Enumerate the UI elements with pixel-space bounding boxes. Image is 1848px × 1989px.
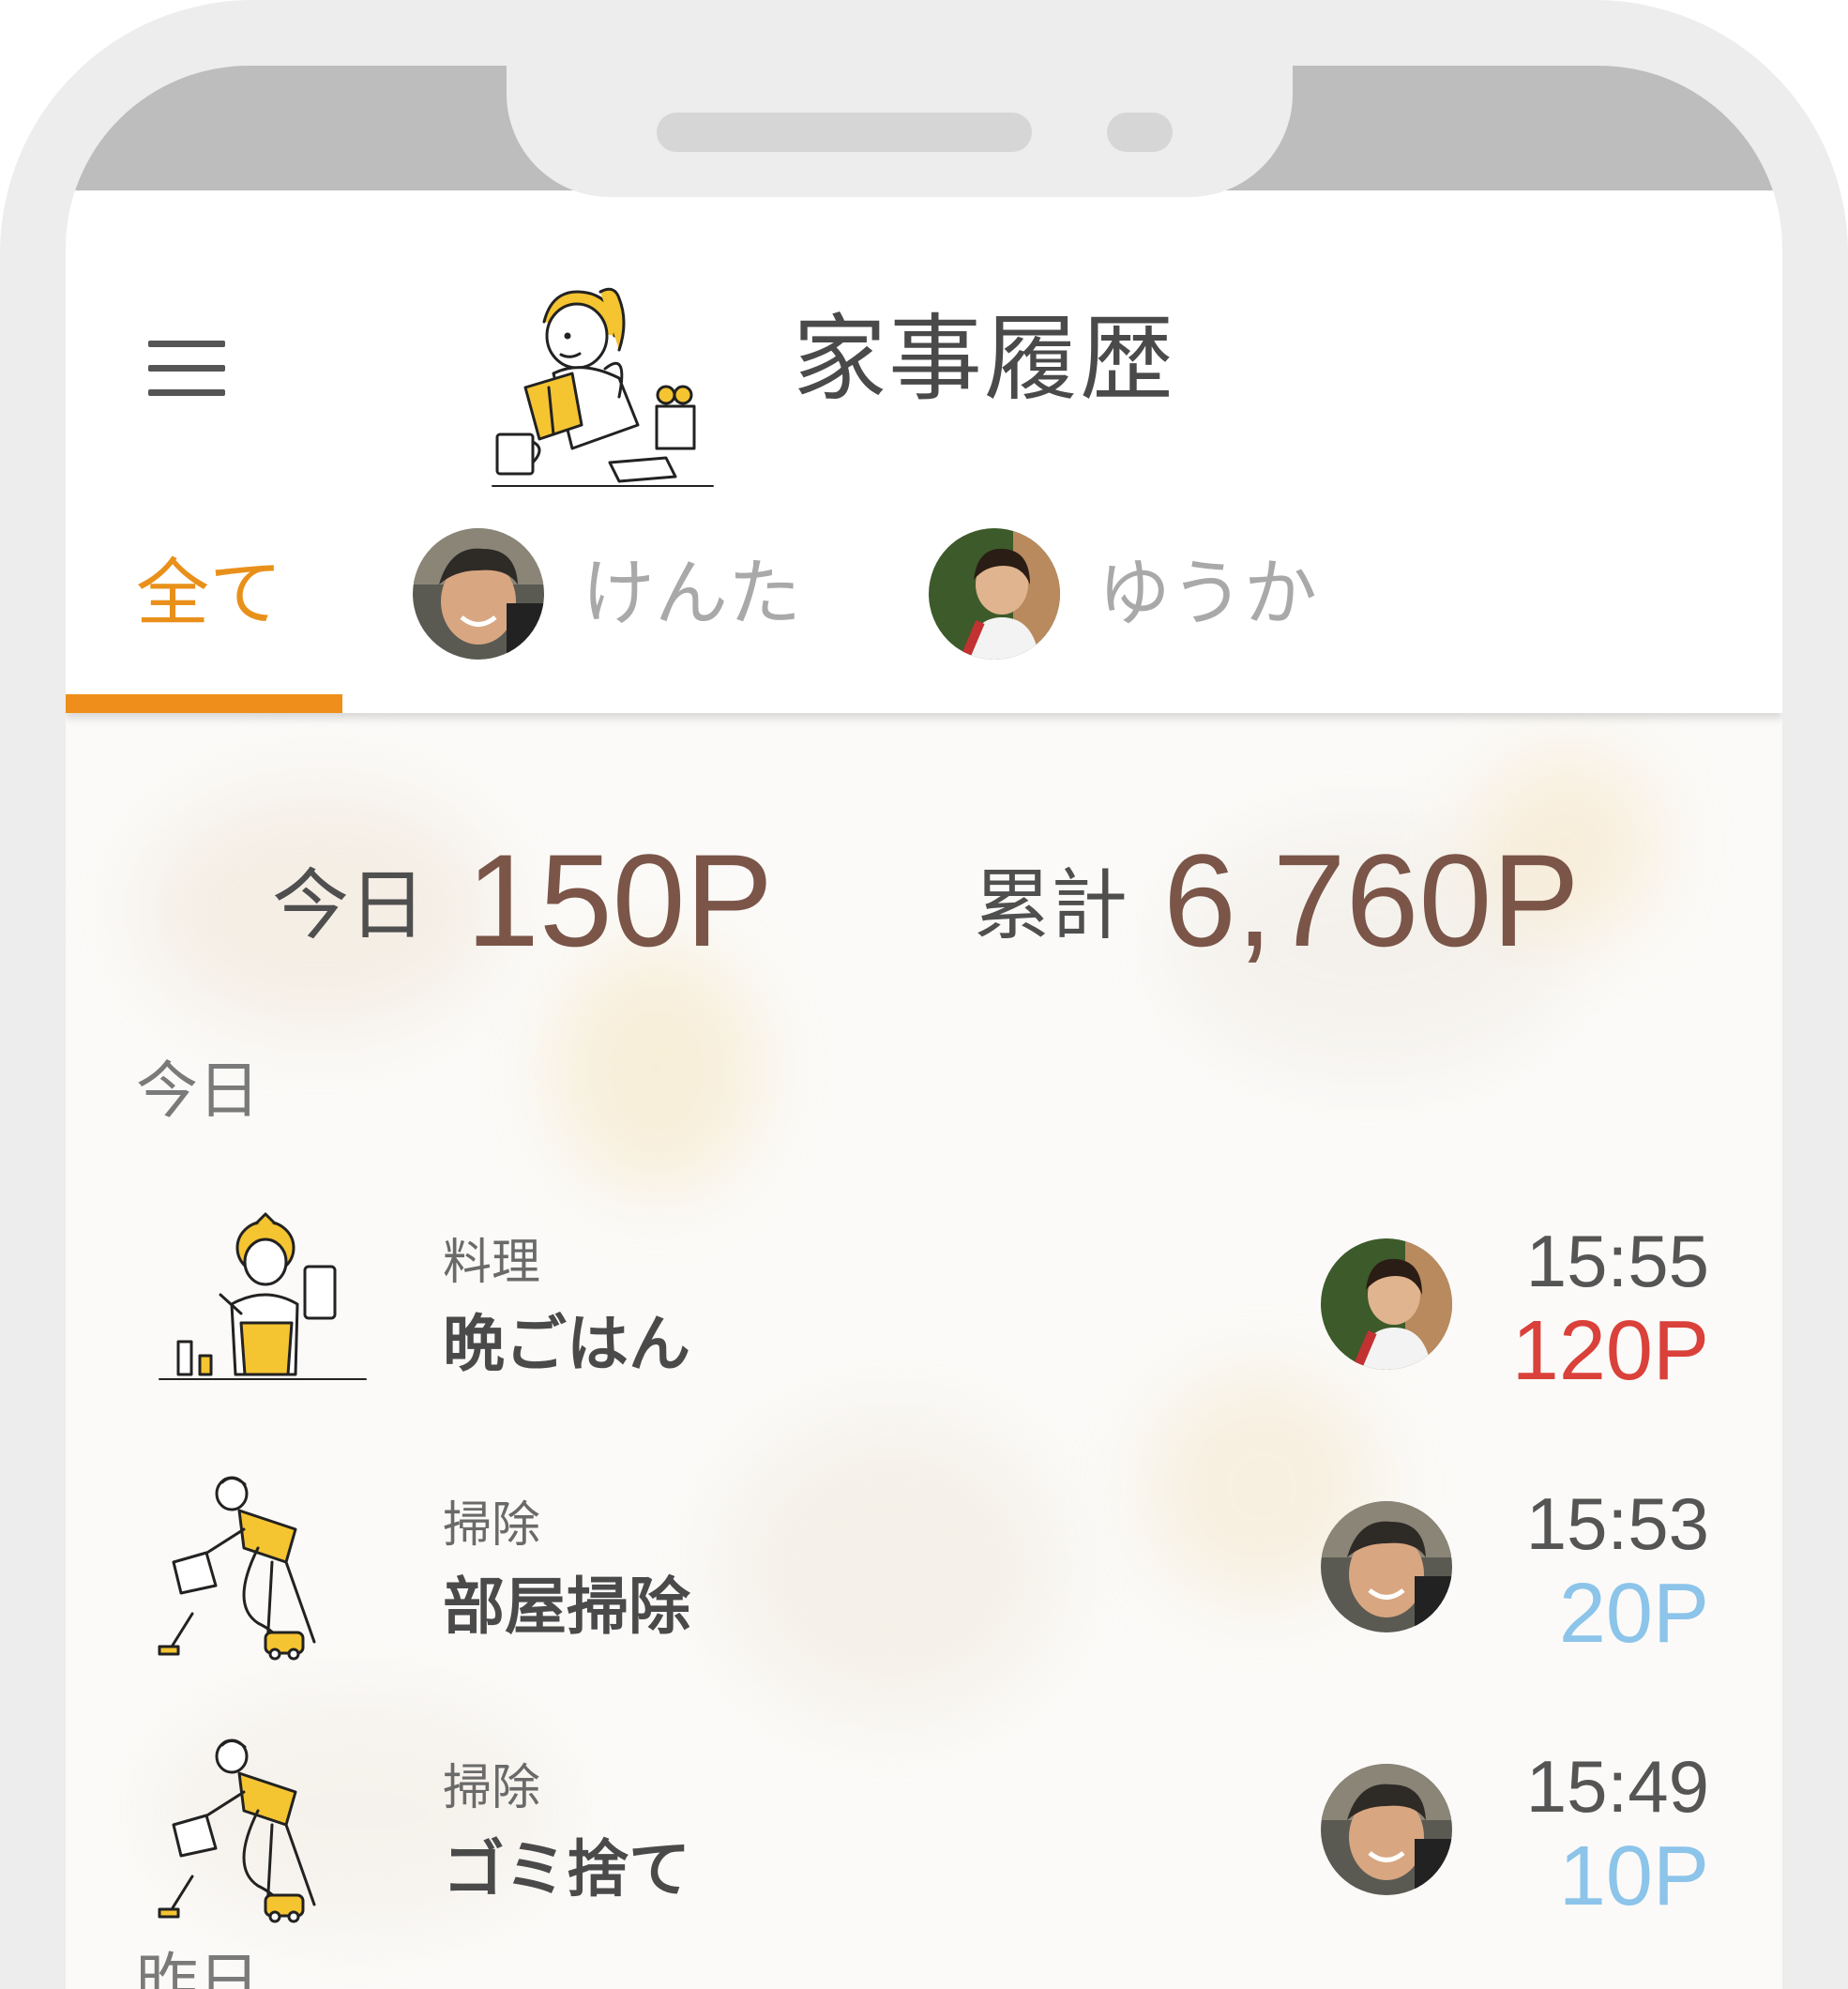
- front-camera: [1107, 113, 1173, 152]
- summary-total-value: 6,760P: [1163, 827, 1580, 974]
- yuka-avatar: [929, 528, 1060, 660]
- active-tab-indicator: [66, 694, 342, 713]
- kenta-avatar: [413, 528, 544, 660]
- tab-all-label: 全て: [136, 552, 283, 636]
- history-content[interactable]: 今日 150P 累計 6,760P 今日 料理 晩ごはん 15:55 120P …: [66, 713, 1782, 1989]
- app-header: 家事履歴 全て けんた ゆうか: [66, 190, 1782, 713]
- vacuuming-man-illustration: [158, 1476, 316, 1661]
- item-category: 掃除: [443, 1760, 541, 1816]
- vacuuming-man-illustration: [158, 1738, 316, 1923]
- item-points: 20P: [1558, 1567, 1709, 1661]
- item-time: 15:49: [1525, 1745, 1709, 1828]
- item-time: 15:55: [1525, 1220, 1709, 1302]
- tab-yuka[interactable]: ゆうか: [929, 528, 1317, 660]
- phone-frame: 家事履歴 全て けんた ゆうか 今日 150P 累計 6,760P 今日 料理 …: [0, 0, 1848, 1989]
- hamburger-menu-icon[interactable]: [141, 331, 233, 406]
- item-name: 晩ごはん: [443, 1308, 690, 1380]
- item-category: 掃除: [443, 1497, 541, 1554]
- phone-notch: [507, 38, 1293, 197]
- item-points: 120P: [1511, 1304, 1709, 1398]
- tab-yuka-label: ゆうか: [1098, 552, 1318, 636]
- history-row[interactable]: 掃除 部屋掃除 15:53 20P: [66, 1454, 1782, 1689]
- item-name: ゴミ捨て: [443, 1833, 690, 1905]
- summary-total-label: 累計: [974, 861, 1128, 950]
- kenta-avatar: [1321, 1501, 1452, 1632]
- page-title: 家事履歴: [793, 304, 1175, 414]
- section-label-yesterday: 昨日: [136, 1946, 260, 1989]
- cooking-woman-illustration: [159, 1212, 367, 1380]
- summary-today-label: 今日: [272, 861, 427, 950]
- section-label-today: 今日: [136, 1055, 260, 1127]
- summary-today-value: 150P: [466, 827, 773, 974]
- history-row[interactable]: 掃除 ゴミ捨て 15:49 10P: [66, 1717, 1782, 1951]
- reading-woman-illustration: [492, 287, 714, 487]
- tab-all[interactable]: 全て: [136, 528, 344, 660]
- item-time: 15:53: [1525, 1482, 1709, 1565]
- background-blob: [553, 948, 760, 1192]
- history-row[interactable]: 料理 晩ごはん 15:55 120P: [66, 1192, 1782, 1426]
- kenta-avatar: [1321, 1764, 1452, 1895]
- app-screen: 家事履歴 全て けんた ゆうか 今日 150P 累計 6,760P 今日 料理 …: [66, 66, 1782, 1989]
- item-category: 料理: [443, 1235, 541, 1291]
- speaker-grille: [657, 113, 1032, 152]
- yuka-avatar: [1321, 1238, 1452, 1370]
- tab-kenta[interactable]: けんた: [413, 528, 801, 660]
- item-name: 部屋掃除: [443, 1571, 690, 1643]
- item-points: 10P: [1558, 1830, 1709, 1923]
- tab-kenta-label: けんた: [582, 552, 802, 636]
